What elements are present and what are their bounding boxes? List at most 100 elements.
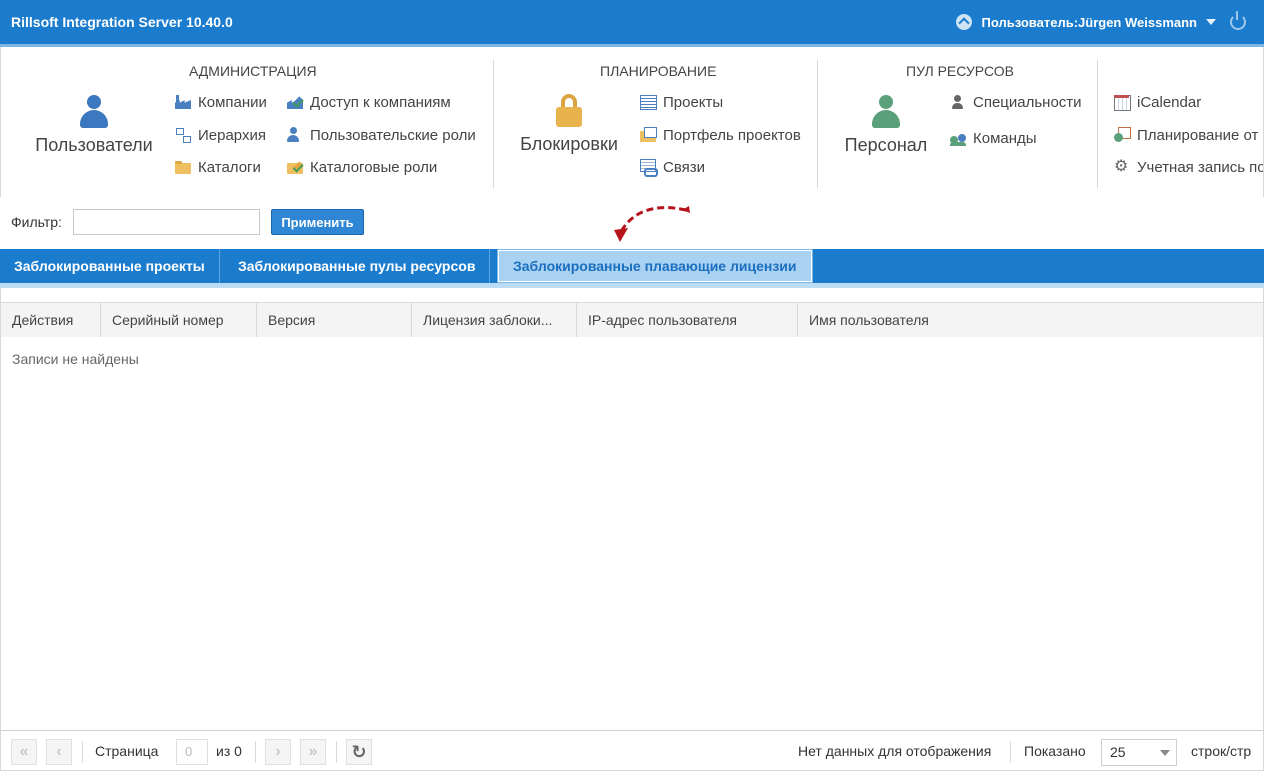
menu-item-projects[interactable]: Проекты bbox=[640, 92, 723, 112]
menu-item-label: Каталоговые роли bbox=[310, 158, 438, 176]
grid-header: Действия Серийный номер Версия Лицензия … bbox=[1, 302, 1263, 337]
locks-button-label: Блокировки bbox=[520, 134, 618, 154]
menu-item-label: Команды bbox=[973, 129, 1037, 147]
menu-item-catalogs[interactable]: Каталоги bbox=[175, 157, 261, 177]
column-header-user-ip[interactable]: IP-адрес пользователя bbox=[577, 303, 798, 337]
menu-item-account[interactable]: Учетная запись по bbox=[1114, 156, 1263, 177]
menu-item-hierarchy[interactable]: Иерархия bbox=[175, 125, 266, 145]
column-header-serial-number[interactable]: Серийный номер bbox=[101, 303, 257, 337]
menu-item-label: Планирование от bbox=[1137, 126, 1259, 144]
chevron-down-icon[interactable] bbox=[1160, 750, 1170, 756]
no-data-label: Нет данных для отображения bbox=[798, 743, 992, 759]
ribbon-separator bbox=[493, 60, 494, 188]
pager-separator bbox=[82, 741, 83, 763]
group-title-planning: ПЛАНИРОВАНИЕ bbox=[600, 63, 717, 79]
menu-item-teams[interactable]: Команды bbox=[950, 128, 1037, 148]
personnel-button[interactable]: Персонал bbox=[837, 95, 935, 156]
menu-item-label: Проекты bbox=[663, 93, 724, 111]
project-icon bbox=[640, 94, 657, 110]
menu-item-label: Портфель проектов bbox=[663, 126, 801, 144]
menu-item-label: Каталоги bbox=[198, 158, 261, 176]
rows-per-page-unit: строк/стр bbox=[1191, 743, 1252, 759]
column-header-version[interactable]: Версия bbox=[257, 303, 412, 337]
collapse-up-icon[interactable] bbox=[955, 14, 972, 30]
filter-label: Фильтр: bbox=[11, 214, 62, 230]
lock-icon bbox=[556, 94, 582, 128]
specialty-icon bbox=[950, 94, 966, 110]
users-button-label: Пользователи bbox=[35, 135, 153, 155]
menu-item-label: Пользовательские роли bbox=[310, 126, 476, 144]
factory-check-icon bbox=[287, 94, 303, 110]
data-grid: Действия Серийный номер Версия Лицензия … bbox=[0, 288, 1264, 730]
next-page-button[interactable]: › bbox=[265, 739, 291, 765]
tab-locked-floating-licenses[interactable]: Заблокированные плавающие лицензии bbox=[497, 249, 813, 283]
empty-message: Записи не найдены bbox=[12, 351, 139, 367]
rows-per-page-select[interactable]: 25 bbox=[1101, 739, 1177, 766]
personnel-icon bbox=[871, 95, 901, 129]
tab-locked-projects[interactable]: Заблокированные проекты bbox=[0, 249, 220, 283]
last-page-button[interactable]: » bbox=[300, 739, 326, 765]
user-name-label[interactable]: Пользователь:Jürgen Weissmann bbox=[982, 15, 1197, 30]
portfolio-icon bbox=[640, 127, 657, 143]
menu-item-label: iCalendar bbox=[1137, 93, 1202, 111]
ribbon-toolbar: АДМИНИСТРАЦИЯ Пользователи Компании Дост… bbox=[0, 47, 1264, 197]
menu-item-label: Иерархия bbox=[198, 126, 266, 144]
app-title: Rillsoft Integration Server 10.40.0 bbox=[11, 14, 233, 30]
ribbon-extra-group: iCalendar Планирование от Учетная запись… bbox=[1098, 47, 1263, 197]
user-role-icon bbox=[287, 127, 303, 143]
page-label: Страница bbox=[95, 743, 159, 759]
folder-icon bbox=[175, 159, 191, 175]
annotation-arrow-icon bbox=[614, 206, 690, 242]
factory-icon bbox=[175, 94, 191, 110]
group-title-resource-pool: ПУЛ РЕСУРСОВ bbox=[906, 63, 1014, 79]
menu-item-companies[interactable]: Компании bbox=[175, 92, 267, 112]
menu-item-catalog-roles[interactable]: Каталоговые роли bbox=[287, 157, 437, 177]
menu-item-company-access[interactable]: Доступ к компаниям bbox=[287, 92, 451, 112]
menu-item-specialties[interactable]: Специальности bbox=[950, 92, 1082, 112]
hierarchy-icon bbox=[175, 127, 191, 143]
menu-item-label: Учетная запись по bbox=[1137, 158, 1263, 176]
menu-item-planning-from[interactable]: Планирование от bbox=[1114, 125, 1258, 145]
pager-separator bbox=[255, 741, 256, 763]
pager-separator bbox=[336, 741, 337, 763]
planning-icon bbox=[1114, 127, 1131, 143]
rows-per-page-value: 25 bbox=[1110, 744, 1126, 760]
column-header-actions[interactable]: Действия bbox=[1, 303, 101, 337]
user-menu[interactable]: Пользователь:Jürgen Weissmann bbox=[955, 11, 1246, 32]
tab-locked-resource-pools[interactable]: Заблокированные пулы ресурсов bbox=[224, 249, 491, 283]
page-count-label: из 0 bbox=[216, 743, 242, 759]
pager-separator bbox=[1010, 741, 1011, 763]
filter-input[interactable] bbox=[73, 209, 260, 235]
menu-item-label: Доступ к компаниям bbox=[310, 93, 451, 111]
menu-item-icalendar[interactable]: iCalendar bbox=[1114, 92, 1201, 112]
menu-item-links[interactable]: Связи bbox=[640, 157, 705, 177]
first-page-button[interactable]: « bbox=[11, 739, 37, 765]
team-icon bbox=[950, 130, 966, 146]
gears-icon bbox=[1114, 156, 1130, 176]
menu-item-label: Специальности bbox=[973, 93, 1082, 111]
shown-label: Показано bbox=[1024, 743, 1086, 759]
calendar-icon bbox=[1114, 94, 1131, 111]
power-icon[interactable] bbox=[1230, 11, 1246, 30]
users-icon bbox=[79, 95, 109, 129]
menu-item-project-portfolio[interactable]: Портфель проектов bbox=[640, 125, 801, 145]
menu-item-label: Связи bbox=[663, 158, 706, 176]
column-header-license-locked[interactable]: Лицензия заблоки... bbox=[412, 303, 577, 337]
column-header-user-name[interactable]: Имя пользователя bbox=[798, 303, 1263, 337]
title-bar: Rillsoft Integration Server 10.40.0 Поль… bbox=[0, 0, 1264, 44]
pager: « ‹ Страница 0 из 0 › » ↻ Нет данных для… bbox=[0, 730, 1264, 771]
tab-bar: Заблокированные проекты Заблокированные … bbox=[0, 249, 1264, 283]
group-title-administration: АДМИНИСТРАЦИЯ bbox=[189, 63, 317, 79]
link-icon bbox=[640, 159, 658, 177]
apply-button[interactable]: Применить bbox=[271, 209, 364, 235]
users-button[interactable]: Пользователи bbox=[35, 95, 153, 156]
personnel-button-label: Персонал bbox=[844, 135, 928, 155]
menu-item-user-roles[interactable]: Пользовательские роли bbox=[287, 125, 476, 145]
refresh-icon[interactable]: ↻ bbox=[346, 739, 372, 765]
prev-page-button[interactable]: ‹ bbox=[46, 739, 72, 765]
folder-check-icon bbox=[287, 159, 303, 175]
ribbon-separator bbox=[817, 60, 818, 188]
chevron-down-icon[interactable] bbox=[1206, 19, 1216, 25]
locks-button[interactable]: Блокировки bbox=[513, 94, 625, 155]
page-number-input[interactable]: 0 bbox=[176, 739, 208, 765]
